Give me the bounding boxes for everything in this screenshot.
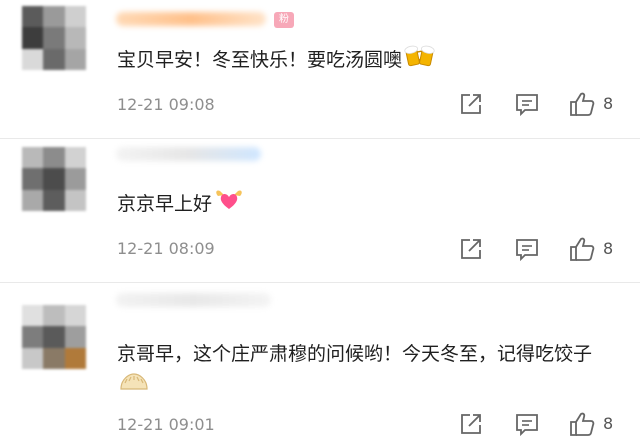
- like-count: 8: [603, 239, 614, 258]
- comment-actions: 8: [456, 91, 626, 121]
- comment-list: 粉 宝贝早安！冬至快乐！要吃汤圆噢 12-21 09:08 8 京京早上好 12…: [0, 0, 640, 440]
- comment-icon[interactable]: [514, 236, 540, 262]
- comment-time: 12-21 08:09: [117, 239, 215, 258]
- fan-badge: 粉: [274, 12, 294, 28]
- share-icon[interactable]: [458, 411, 484, 437]
- thumbs-up-icon[interactable]: [568, 411, 595, 437]
- comment-item: 京哥早，这个庄严肃穆的问候哟！今天冬至，记得吃饺子 12-21 09:01 8: [0, 283, 640, 440]
- share-icon[interactable]: [458, 91, 484, 117]
- comment-icon[interactable]: [514, 91, 540, 117]
- avatar[interactable]: [22, 305, 86, 369]
- comment-text-content: 京哥早，这个庄严肃穆的问候哟！今天冬至，记得吃饺子: [117, 343, 593, 365]
- comment-item: 粉 宝贝早安！冬至快乐！要吃汤圆噢 12-21 09:08 8: [0, 0, 640, 138]
- thumbs-up-icon[interactable]: [568, 91, 595, 117]
- comment-actions: 8: [456, 411, 626, 440]
- like-count: 8: [603, 414, 614, 433]
- comment-text-content: 京京早上好: [117, 193, 213, 215]
- comment-actions: 8: [456, 236, 626, 266]
- comment-item: 京京早上好 12-21 08:09 8: [0, 139, 640, 282]
- share-icon[interactable]: [458, 236, 484, 262]
- avatar[interactable]: [22, 147, 86, 211]
- username[interactable]: [116, 12, 266, 26]
- thumbs-up-icon[interactable]: [568, 236, 595, 262]
- comment-text: 宝贝早安！冬至快乐！要吃汤圆噢: [117, 42, 620, 79]
- comment-text-content: 宝贝早安！冬至快乐！要吃汤圆噢: [117, 49, 403, 71]
- beer-cheers-emoji-icon: [404, 42, 436, 79]
- comment-time: 12-21 09:08: [117, 95, 215, 114]
- comment-text: 京哥早，这个庄严肃穆的问候哟！今天冬至，记得吃饺子: [117, 337, 620, 406]
- avatar[interactable]: [22, 6, 86, 70]
- comment-time: 12-21 09:01: [117, 415, 215, 434]
- like-count: 8: [603, 94, 614, 113]
- comment-icon[interactable]: [514, 411, 540, 437]
- winged-heart-emoji-icon: [214, 186, 244, 223]
- dumpling-emoji-icon: [119, 371, 149, 406]
- comment-text: 京京早上好: [117, 186, 620, 223]
- username[interactable]: [116, 147, 261, 161]
- username[interactable]: [116, 293, 271, 307]
